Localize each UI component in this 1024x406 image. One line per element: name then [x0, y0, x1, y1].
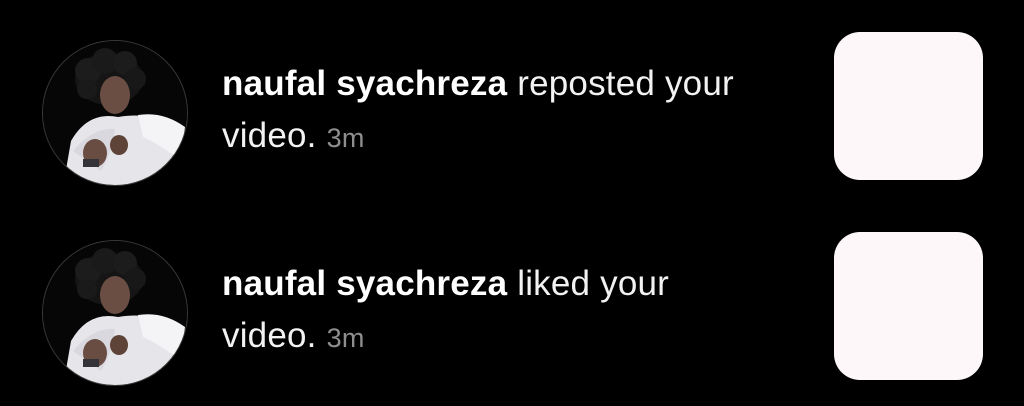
username-link[interactable]: naufal syachreza [222, 264, 507, 303]
avatar[interactable] [42, 240, 188, 386]
video-thumbnail[interactable] [834, 32, 983, 180]
notification-item[interactable]: naufal syachreza liked your video. 3m [0, 230, 1024, 386]
timestamp: 3m [326, 323, 365, 353]
username-link[interactable]: naufal syachreza [222, 64, 507, 103]
avatar[interactable] [42, 40, 188, 186]
timestamp: 3m [326, 123, 365, 153]
avatar-photo-icon [43, 241, 187, 385]
avatar-photo-icon [43, 41, 187, 185]
notification-item[interactable]: naufal syachreza reposted your video. 3m [0, 30, 1024, 186]
notification-text: naufal syachreza liked your video. 3m [222, 258, 802, 364]
notification-text: naufal syachreza reposted your video. 3m [222, 58, 802, 164]
video-thumbnail[interactable] [834, 232, 983, 380]
